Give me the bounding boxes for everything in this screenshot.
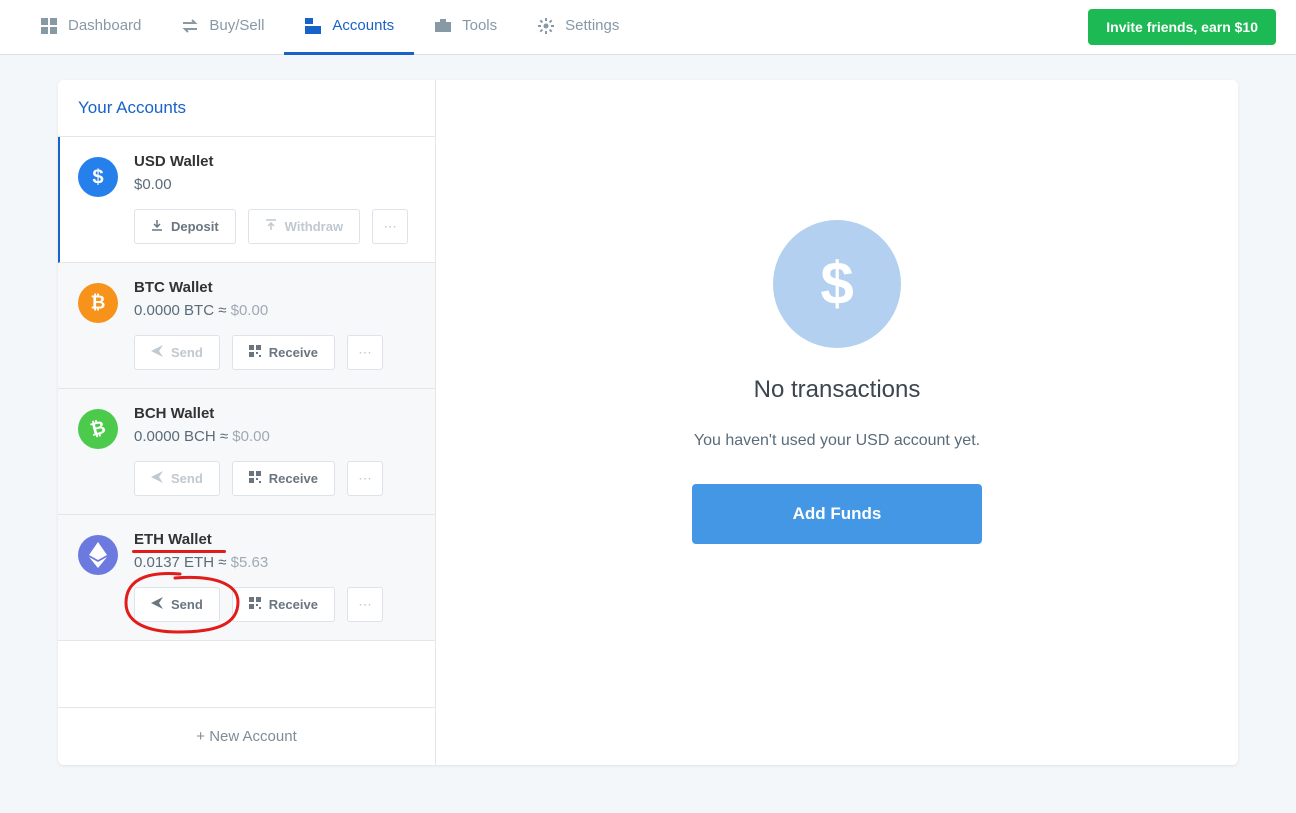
account-name: ETH Wallet bbox=[134, 531, 415, 548]
nav-accounts[interactable]: Accounts bbox=[284, 0, 414, 55]
briefcase-icon bbox=[434, 17, 452, 35]
nav-label: Accounts bbox=[332, 17, 394, 34]
receive-button[interactable]: Receive bbox=[232, 587, 335, 622]
dots-icon: ⋯ bbox=[358, 471, 371, 487]
svg-text:$: $ bbox=[820, 254, 853, 314]
btc-icon: ₿ bbox=[78, 283, 118, 323]
swap-icon bbox=[181, 17, 199, 35]
nav-label: Buy/Sell bbox=[209, 17, 264, 34]
account-name: BCH Wallet bbox=[134, 405, 415, 422]
accounts-title: Your Accounts bbox=[58, 80, 435, 137]
qr-icon bbox=[249, 345, 261, 360]
new-account-button[interactable]: + New Account bbox=[58, 707, 435, 765]
accounts-sidebar: Your Accounts $ USD Wallet $0.00 Deposit bbox=[58, 80, 436, 765]
nav-settings[interactable]: Settings bbox=[517, 0, 639, 55]
account-name: USD Wallet bbox=[134, 153, 415, 170]
account-row-bch[interactable]: ₿ BCH Wallet 0.0000 BCH ≈ $0.00 Send bbox=[58, 389, 435, 515]
send-button[interactable]: Send bbox=[134, 461, 220, 496]
wallet-icon bbox=[304, 17, 322, 35]
plus-icon: + bbox=[196, 728, 209, 745]
no-transactions-subtitle: You haven't used your USD account yet. bbox=[694, 432, 980, 450]
no-transactions-title: No transactions bbox=[754, 376, 921, 404]
eth-icon bbox=[78, 535, 118, 575]
gear-icon bbox=[537, 17, 555, 35]
receive-button[interactable]: Receive bbox=[232, 335, 335, 370]
account-balance: 0.0137 ETH ≈ $5.63 bbox=[134, 554, 415, 571]
more-button[interactable]: ⋯ bbox=[347, 335, 383, 370]
dots-icon: ⋯ bbox=[358, 345, 371, 361]
details-coin-icon: $ bbox=[773, 220, 901, 348]
send-button-eth[interactable]: Send bbox=[134, 587, 220, 622]
nav-tools[interactable]: Tools bbox=[414, 0, 517, 55]
grid-icon bbox=[40, 17, 58, 35]
nav-dashboard[interactable]: Dashboard bbox=[20, 0, 161, 55]
nav-buysell[interactable]: Buy/Sell bbox=[161, 0, 284, 55]
nav-label: Settings bbox=[565, 17, 619, 34]
svg-text:₿: ₿ bbox=[88, 418, 108, 440]
qr-icon bbox=[249, 597, 261, 612]
receive-button[interactable]: Receive bbox=[232, 461, 335, 496]
account-details: $ No transactions You haven't used your … bbox=[436, 80, 1238, 765]
account-row-usd[interactable]: $ USD Wallet $0.00 Deposit Wit bbox=[58, 137, 435, 263]
withdraw-button[interactable]: Withdraw bbox=[248, 209, 360, 244]
top-nav: Dashboard Buy/Sell Accounts Tools Settin… bbox=[0, 0, 1296, 55]
deposit-button[interactable]: Deposit bbox=[134, 209, 236, 244]
usd-icon: $ bbox=[78, 157, 118, 197]
account-row-btc[interactable]: ₿ BTC Wallet 0.0000 BTC ≈ $0.00 Send bbox=[58, 263, 435, 389]
download-icon bbox=[151, 219, 163, 234]
send-icon bbox=[151, 597, 163, 612]
dots-icon: ⋯ bbox=[358, 597, 371, 613]
more-button[interactable]: ⋯ bbox=[347, 461, 383, 496]
upload-icon bbox=[265, 219, 277, 234]
account-name: BTC Wallet bbox=[134, 279, 415, 296]
dots-icon: ⋯ bbox=[383, 219, 396, 235]
send-icon bbox=[151, 345, 163, 360]
svg-text:₿: ₿ bbox=[91, 292, 106, 313]
account-balance: $0.00 bbox=[134, 176, 415, 193]
send-button[interactable]: Send bbox=[134, 335, 220, 370]
invite-button[interactable]: Invite friends, earn $10 bbox=[1088, 9, 1276, 45]
qr-icon bbox=[249, 471, 261, 486]
annotation-underline bbox=[132, 550, 226, 553]
bch-icon: ₿ bbox=[78, 409, 118, 449]
svg-text:$: $ bbox=[92, 166, 103, 188]
nav-label: Tools bbox=[462, 17, 497, 34]
account-balance: 0.0000 BCH ≈ $0.00 bbox=[134, 428, 415, 445]
more-button[interactable]: ⋯ bbox=[372, 209, 408, 244]
send-icon bbox=[151, 471, 163, 486]
nav-label: Dashboard bbox=[68, 17, 141, 34]
account-row-eth[interactable]: ETH Wallet 0.0137 ETH ≈ $5.63 Send bbox=[58, 515, 435, 641]
add-funds-button[interactable]: Add Funds bbox=[692, 484, 982, 544]
accounts-list[interactable]: $ USD Wallet $0.00 Deposit Wit bbox=[58, 137, 435, 707]
account-balance: 0.0000 BTC ≈ $0.00 bbox=[134, 302, 415, 319]
more-button[interactable]: ⋯ bbox=[347, 587, 383, 622]
